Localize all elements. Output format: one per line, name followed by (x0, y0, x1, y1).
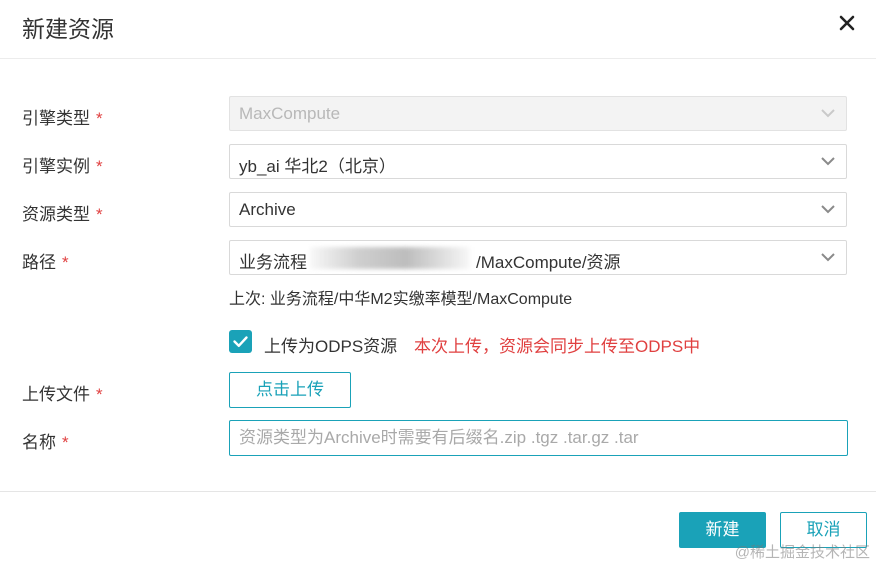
upload-odps-note: 本次上传，资源会同步上传至ODPS中 (414, 337, 701, 356)
path-label: 路径 * (22, 253, 69, 272)
engine-type-select: MaxCompute (229, 96, 847, 131)
path-select[interactable]: 业务流程 /MaxCompute/资源 (229, 240, 847, 275)
path-last-hint: 上次: 业务流程/中华M2实缴率模型/MaxCompute (229, 291, 573, 308)
name-label: 名称 * (22, 433, 69, 452)
engine-instance-select[interactable]: yb_ai 华北2（北京） (229, 144, 847, 179)
engine-instance-value: yb_ai 华北2（北京） (239, 157, 396, 176)
close-icon[interactable] (836, 12, 858, 34)
upload-button[interactable]: 点击上传 (229, 372, 351, 408)
path-value-suffix: /MaxCompute/资源 (476, 253, 621, 272)
resource-type-value: Archive (239, 200, 296, 219)
redacted-path-segment (310, 247, 470, 269)
chevron-down-icon (821, 253, 835, 262)
engine-type-label: 引擎类型 * (22, 109, 103, 128)
dialog-header: 新建资源 (0, 0, 876, 59)
upload-odps-label[interactable]: 上传为ODPS资源 (264, 332, 397, 357)
chevron-down-icon (821, 157, 835, 166)
engine-type-value: MaxCompute (239, 104, 341, 123)
engine-instance-label: 引擎实例 * (22, 157, 103, 176)
dialog-title: 新建资源 (22, 16, 114, 42)
watermark: @稀土掘金技术社区 (734, 544, 870, 561)
name-input[interactable] (229, 420, 848, 456)
path-value-prefix: 业务流程 (239, 253, 307, 272)
upload-file-label: 上传文件 * (22, 385, 103, 404)
chevron-down-icon (821, 205, 835, 214)
checkmark-icon (233, 336, 248, 347)
chevron-down-icon (821, 109, 835, 118)
upload-odps-checkbox[interactable] (229, 330, 252, 353)
resource-type-select[interactable]: Archive (229, 192, 847, 227)
resource-type-label: 资源类型 * (22, 205, 103, 224)
